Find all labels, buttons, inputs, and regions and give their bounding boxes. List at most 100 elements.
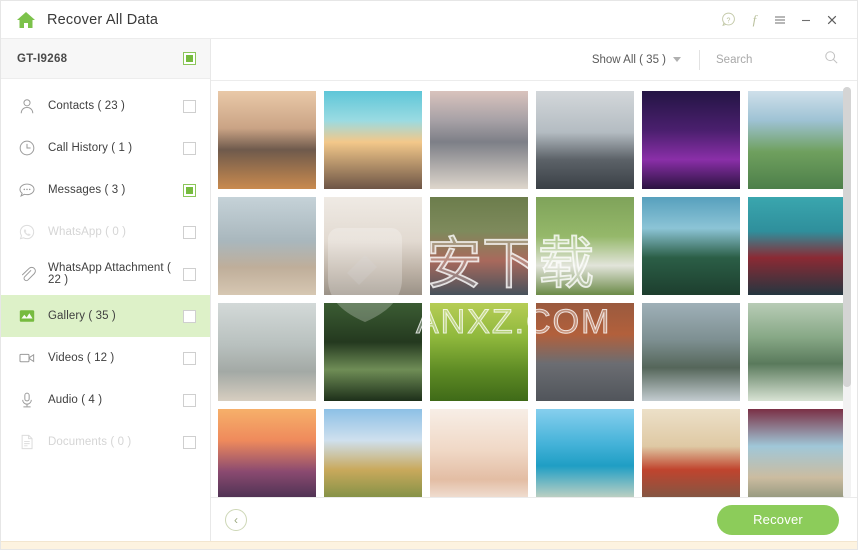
gallery-thumbnail[interactable] bbox=[642, 197, 740, 295]
search-icon[interactable] bbox=[824, 50, 839, 70]
chevron-down-icon[interactable] bbox=[673, 57, 681, 62]
sidebar-item-checkbox[interactable] bbox=[183, 225, 196, 239]
gallery-thumbnail[interactable] bbox=[536, 197, 634, 295]
sidebar-item-checkbox[interactable] bbox=[183, 267, 196, 281]
sidebar-item-label: WhatsApp Attachment ( 22 ) bbox=[48, 262, 171, 286]
sidebar-item-label: Messages ( 3 ) bbox=[48, 184, 126, 196]
thumbnail-image bbox=[218, 197, 316, 295]
menu-icon[interactable] bbox=[767, 7, 793, 33]
thumbnail-image bbox=[642, 91, 740, 189]
help-icon[interactable]: ? bbox=[715, 7, 741, 33]
sidebar-item-label: Audio ( 4 ) bbox=[48, 394, 103, 406]
sidebar: GT-I9268 Contacts ( 23 ) Call History ( 1… bbox=[1, 39, 211, 541]
close-icon[interactable] bbox=[819, 7, 845, 33]
sidebar-item-checkbox[interactable] bbox=[183, 141, 196, 155]
sidebar-item-gallery[interactable]: Gallery ( 35 ) bbox=[1, 295, 210, 337]
thumbnail-image bbox=[430, 409, 528, 497]
gallery-thumbnail[interactable] bbox=[218, 409, 316, 497]
thumbnail-image bbox=[324, 91, 422, 189]
search-box bbox=[699, 49, 839, 70]
thumbnail-image bbox=[324, 197, 422, 295]
bottom-band bbox=[1, 541, 857, 549]
sidebar-item-label: WhatsApp ( 0 ) bbox=[48, 226, 127, 238]
gallery-thumbnail[interactable] bbox=[642, 303, 740, 401]
gallery-thumbnail[interactable] bbox=[748, 91, 846, 189]
sidebar-item-label: Documents ( 0 ) bbox=[48, 436, 132, 448]
sidebar-item-audio[interactable]: Audio ( 4 ) bbox=[1, 379, 210, 421]
sidebar-item-contacts[interactable]: Contacts ( 23 ) bbox=[1, 85, 210, 127]
gallery-thumbnail[interactable] bbox=[218, 91, 316, 189]
sidebar-item-checkbox[interactable] bbox=[183, 351, 196, 365]
gallery-thumbnail[interactable] bbox=[748, 303, 846, 401]
main-panel: Show All ( 35 ) Search 安下载 ANXZ.COM ‹ Re… bbox=[211, 39, 857, 541]
gallery-thumbnail[interactable] bbox=[748, 409, 846, 497]
recover-button[interactable]: Recover bbox=[717, 504, 839, 535]
show-all-filter[interactable]: Show All ( 35 ) bbox=[592, 54, 699, 66]
gallery-thumbnail[interactable] bbox=[642, 91, 740, 189]
thumbnail-grid bbox=[212, 89, 857, 497]
sidebar-item-label: Videos ( 12 ) bbox=[48, 352, 115, 364]
gallery-thumbnail[interactable] bbox=[324, 303, 422, 401]
thumbnail-image bbox=[430, 303, 528, 401]
sidebar-item-messages[interactable]: Messages ( 3 ) bbox=[1, 169, 210, 211]
device-row[interactable]: GT-I9268 bbox=[1, 39, 210, 79]
gallery-thumbnail[interactable] bbox=[430, 91, 528, 189]
document-icon bbox=[17, 432, 37, 452]
gallery-thumbnail[interactable] bbox=[324, 91, 422, 189]
gallery-scrollbar-thumb[interactable] bbox=[843, 87, 851, 387]
sidebar-item-label: Gallery ( 35 ) bbox=[48, 310, 116, 322]
microphone-icon bbox=[17, 390, 37, 410]
paperclip-icon bbox=[17, 264, 37, 284]
whatsapp-icon bbox=[17, 222, 37, 242]
thumbnail-image bbox=[748, 197, 846, 295]
footer-bar: ‹ Recover bbox=[211, 497, 857, 541]
thumbnail-image bbox=[642, 409, 740, 497]
thumbnail-image bbox=[536, 197, 634, 295]
sidebar-item-call-history[interactable]: Call History ( 1 ) bbox=[1, 127, 210, 169]
gallery-thumbnail[interactable] bbox=[536, 303, 634, 401]
thumbnail-image bbox=[218, 409, 316, 497]
sidebar-item-videos[interactable]: Videos ( 12 ) bbox=[1, 337, 210, 379]
device-checkbox[interactable] bbox=[183, 52, 196, 65]
search-input[interactable] bbox=[716, 53, 816, 66]
home-icon[interactable] bbox=[15, 9, 37, 31]
gallery-thumbnail[interactable] bbox=[430, 303, 528, 401]
gallery-thumbnail[interactable] bbox=[218, 303, 316, 401]
gallery-thumbnail[interactable] bbox=[430, 409, 528, 497]
thumbnail-image bbox=[324, 409, 422, 497]
gallery-thumbnail[interactable] bbox=[536, 409, 634, 497]
sidebar-item-checkbox[interactable] bbox=[183, 309, 196, 323]
thumbnail-image bbox=[642, 197, 740, 295]
gallery-thumbnail[interactable] bbox=[324, 197, 422, 295]
sidebar-item-checkbox[interactable] bbox=[183, 435, 196, 449]
gallery-area: 安下载 ANXZ.COM bbox=[211, 81, 857, 497]
thumbnail-image bbox=[218, 303, 316, 401]
thumbnail-image bbox=[642, 303, 740, 401]
gallery-icon bbox=[17, 306, 37, 326]
thumbnail-image bbox=[536, 409, 634, 497]
sidebar-item-checkbox[interactable] bbox=[183, 99, 196, 113]
application-window: Recover All Data ? f GT-I9268 Contacts (… bbox=[0, 0, 858, 550]
gallery-thumbnail[interactable] bbox=[642, 409, 740, 497]
thumbnail-image bbox=[748, 91, 846, 189]
gallery-thumbnail[interactable] bbox=[324, 409, 422, 497]
sidebar-item-checkbox[interactable] bbox=[183, 393, 196, 407]
sidebar-item-whatsapp-attachment[interactable]: WhatsApp Attachment ( 22 ) bbox=[1, 253, 210, 295]
gallery-thumbnail[interactable] bbox=[536, 91, 634, 189]
sidebar-item-label: Call History ( 1 ) bbox=[48, 142, 133, 154]
minimize-icon[interactable] bbox=[793, 7, 819, 33]
gallery-thumbnail[interactable] bbox=[430, 197, 528, 295]
sidebar-item-documents[interactable]: Documents ( 0 ) bbox=[1, 421, 210, 463]
gallery-thumbnail[interactable] bbox=[748, 197, 846, 295]
gallery-scrollbar-track[interactable] bbox=[843, 87, 851, 497]
thumbnail-image bbox=[430, 91, 528, 189]
sidebar-item-whatsapp[interactable]: WhatsApp ( 0 ) bbox=[1, 211, 210, 253]
back-button[interactable]: ‹ bbox=[225, 508, 247, 531]
thumbnail-image bbox=[748, 303, 846, 401]
sidebar-item-checkbox[interactable] bbox=[183, 183, 196, 197]
gallery-thumbnail[interactable] bbox=[218, 197, 316, 295]
page-title: Recover All Data bbox=[47, 11, 159, 28]
thumbnail-image bbox=[536, 91, 634, 189]
facebook-icon[interactable]: f bbox=[741, 7, 767, 33]
thumbnail-image bbox=[324, 303, 422, 401]
